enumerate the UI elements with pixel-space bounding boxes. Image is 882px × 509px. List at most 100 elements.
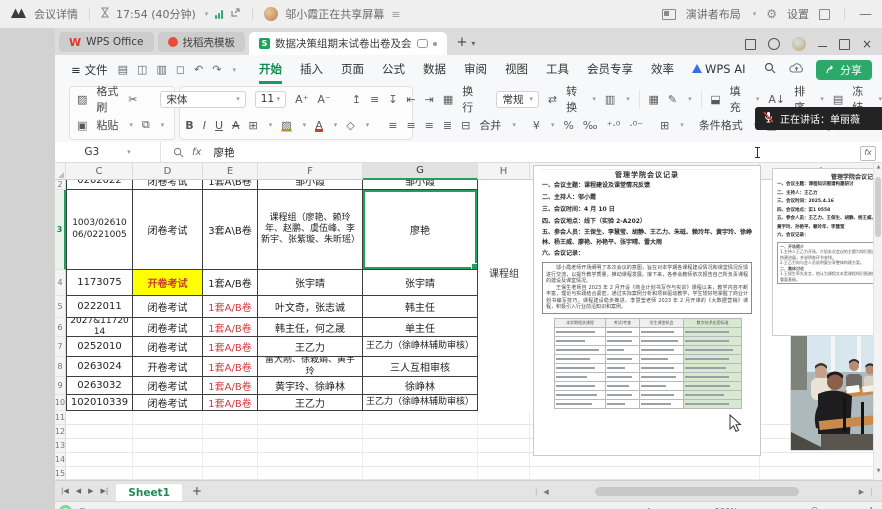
borders-icon[interactable]: ⊞	[249, 119, 258, 132]
merged-cell-label[interactable]: 课程组	[478, 265, 530, 281]
cell-c4[interactable]: 1173075	[66, 270, 133, 296]
add-sheet-button[interactable]: +	[192, 484, 202, 498]
column-header-e[interactable]: E	[203, 163, 258, 180]
cell-g7[interactable]: 王乙力（徐峥林辅助审核）	[363, 337, 478, 357]
horizontal-scroll-thumb[interactable]	[595, 487, 799, 496]
cell-d4[interactable]: 开卷考试	[133, 270, 203, 296]
cell-c3[interactable]: 1003/0261006/0221005	[66, 190, 133, 270]
cell-d3[interactable]: 闭卷考试	[133, 190, 203, 270]
empty-cell[interactable]	[203, 425, 258, 439]
convert-button[interactable]: 转换	[566, 83, 581, 115]
empty-cell[interactable]	[258, 425, 363, 439]
bold-button[interactable]: B	[185, 119, 193, 132]
share-button[interactable]: 分享	[816, 60, 872, 80]
cell-c10[interactable]: 102010339	[66, 395, 133, 411]
fill-button[interactable]: 填充	[730, 83, 745, 115]
underline-button[interactable]: U	[215, 119, 223, 132]
row-number[interactable]: 6	[55, 318, 66, 337]
tab-view[interactable]: 视图	[505, 55, 528, 84]
row-number[interactable]: 7	[55, 337, 66, 357]
vertical-scroll-thumb[interactable]	[875, 177, 881, 237]
indent-decrease-icon[interactable]: ⇤	[406, 93, 415, 106]
cell-f9[interactable]: 黄宇玲、徐峥林	[258, 377, 363, 395]
cell-format-icon[interactable]: ▥	[605, 93, 615, 106]
expand-formula-icon[interactable]: fx	[860, 146, 876, 161]
font-family-select[interactable]: 宋体▾	[160, 91, 245, 108]
cell-d2[interactable]: 闭卷考试	[133, 180, 203, 190]
cell-f7[interactable]: 王乙力	[258, 337, 363, 357]
cell-d8[interactable]: 开卷考试	[133, 357, 203, 377]
tab-efficiency[interactable]: 效率	[651, 55, 674, 84]
cell-c5[interactable]: 0222011	[66, 296, 133, 318]
cell-g3-selected[interactable]: 廖艳	[363, 190, 478, 270]
cell-g9[interactable]: 徐峥林	[363, 377, 478, 395]
merge-icon[interactable]: ⊟	[461, 119, 470, 132]
cell-g6[interactable]: 单主任	[363, 318, 478, 337]
new-tab-button[interactable]: +	[457, 35, 468, 50]
comma-style-icon[interactable]: ‰	[583, 119, 598, 132]
freeze-icon[interactable]: ▤	[833, 93, 843, 106]
align-top-icon[interactable]: ↥	[352, 93, 361, 106]
row-number[interactable]: 15	[55, 467, 66, 480]
indent-increase-icon[interactable]: ⇥	[425, 93, 434, 106]
empty-cell[interactable]	[133, 467, 203, 480]
empty-cell[interactable]	[478, 439, 530, 453]
restore-window-icon[interactable]	[839, 39, 850, 50]
cell-e2[interactable]: 1套A\B卷	[203, 180, 258, 190]
wrap-text-button[interactable]: 换行	[462, 83, 477, 115]
cell-c9[interactable]: 0263032	[66, 377, 133, 395]
cell-g4[interactable]: 张宇晴	[363, 270, 478, 296]
empty-cell[interactable]	[66, 453, 133, 467]
format-as-table-icon[interactable]: ⊞	[660, 119, 669, 132]
cell-g5[interactable]: 韩主任	[363, 296, 478, 318]
paste-button[interactable]: 粘贴	[96, 117, 118, 133]
cell-d10[interactable]: 闭卷考试	[133, 395, 203, 411]
tab-page[interactable]: 页面	[341, 55, 364, 84]
row-number[interactable]: 5	[55, 296, 66, 318]
empty-cell[interactable]	[363, 439, 478, 453]
settings-button[interactable]: 设置	[787, 6, 809, 22]
globe-icon[interactable]	[768, 38, 780, 50]
empty-cell[interactable]	[66, 439, 133, 453]
empty-cell[interactable]	[363, 467, 478, 480]
cell-h9[interactable]	[478, 377, 530, 395]
cell-c8[interactable]: 0263024	[66, 357, 133, 377]
empty-cell[interactable]	[66, 411, 133, 425]
cell-e8[interactable]: 1套A/B卷	[203, 357, 258, 377]
column-header-h[interactable]: H	[478, 163, 530, 180]
row-number[interactable]: 12	[55, 425, 66, 439]
italic-button[interactable]: I	[203, 119, 206, 132]
tab-home[interactable]: 开始	[259, 55, 282, 84]
cell-h3[interactable]	[478, 190, 530, 270]
row-number[interactable]: 13	[55, 439, 66, 453]
cell-h10[interactable]	[478, 395, 530, 411]
empty-cell[interactable]	[203, 467, 258, 480]
empty-cell[interactable]	[363, 411, 478, 425]
empty-cell[interactable]	[363, 425, 478, 439]
column-header-d[interactable]: D	[133, 163, 203, 180]
cell-d5[interactable]: 闭卷考试	[133, 296, 203, 318]
empty-cell[interactable]	[133, 425, 203, 439]
cell-f3[interactable]: 课程组（廖艳、赖玲年、赵鹏、虞伍峰、李新宇、张紫璇、朱昕瑶）	[258, 190, 363, 270]
cell-e6[interactable]: 1套A/B卷	[203, 318, 258, 337]
comment-bubble-icon[interactable]	[417, 39, 428, 48]
cell-f8[interactable]: 雷大刚、徐栽娟、黄宇玲	[258, 357, 363, 377]
cloud-upload-icon[interactable]	[789, 63, 804, 77]
empty-cell[interactable]	[203, 411, 258, 425]
row-number[interactable]: 10	[55, 395, 66, 411]
cell-e9[interactable]: 1套A/B卷	[203, 377, 258, 395]
tab-wps-office[interactable]: W WPS Office	[59, 32, 154, 52]
meeting-detail-button[interactable]: 会议详情	[34, 6, 78, 22]
cell-f5[interactable]: 叶文奇，张志诚	[258, 296, 363, 318]
cut-icon[interactable]: ✂	[128, 93, 137, 106]
cell-g8[interactable]: 三人互相审核	[363, 357, 478, 377]
save-icon[interactable]: ▤	[118, 63, 128, 76]
align-center-icon[interactable]: ≡	[406, 119, 415, 132]
empty-cell[interactable]	[258, 467, 363, 480]
meeting-timer[interactable]: 17:54 (40分钟)	[116, 6, 196, 22]
empty-cell[interactable]	[760, 467, 882, 480]
scroll-down-icon[interactable]: ▼	[874, 468, 882, 474]
account-avatar[interactable]	[792, 37, 806, 51]
scroll-left-icon[interactable]: ◀	[543, 488, 548, 496]
empty-cell[interactable]	[66, 467, 133, 480]
